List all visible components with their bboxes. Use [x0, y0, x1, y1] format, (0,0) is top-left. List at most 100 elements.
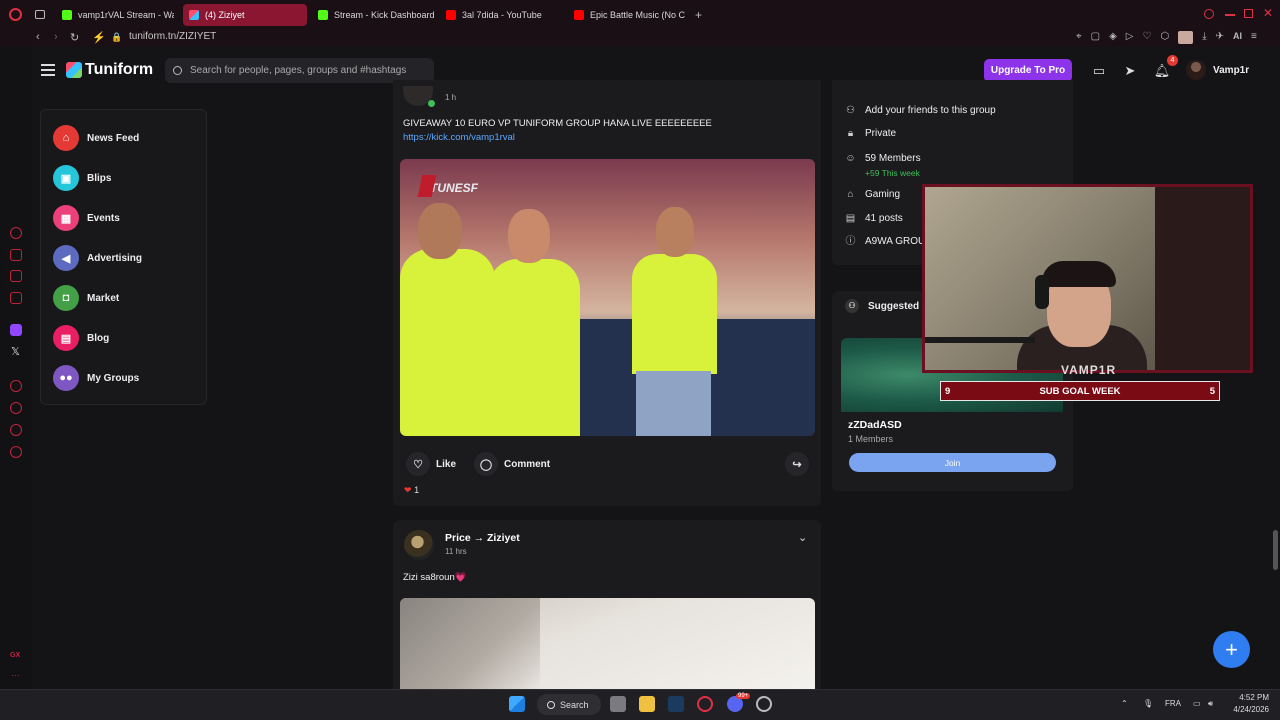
steam-icon[interactable]: [668, 696, 684, 712]
document-icon: ▤: [845, 213, 856, 224]
close-window-icon[interactable]: ✕: [1263, 6, 1273, 20]
post-link[interactable]: https://kick.com/vamp1rval: [403, 132, 515, 143]
shield-icon[interactable]: ◈: [1109, 31, 1117, 44]
messages-send-icon[interactable]: ➤: [1118, 59, 1142, 82]
group-members[interactable]: ☺ 59 Members: [845, 153, 920, 164]
like-label: Like: [436, 458, 457, 470]
tray-chevron-icon[interactable]: ⌃: [1121, 699, 1128, 708]
sidebar-item-blog[interactable]: ▤ Blog: [53, 325, 109, 351]
comment-button[interactable]: ◯ Comment: [474, 452, 550, 476]
sidebar-item-market[interactable]: ◘ Market: [53, 285, 119, 311]
user-avatar[interactable]: [1186, 60, 1206, 80]
sidebar-item-news-feed[interactable]: ⌂ News Feed: [53, 125, 139, 151]
reaction-summary[interactable]: ❤ 1: [404, 485, 419, 496]
post-text: Zizi sa8roun💗: [403, 572, 467, 583]
opera-player-icon[interactable]: [10, 380, 22, 392]
file-explorer-icon[interactable]: [639, 696, 655, 712]
minimize-icon[interactable]: [1225, 14, 1235, 16]
post-image[interactable]: [400, 598, 815, 690]
opera-history-icon[interactable]: [10, 227, 22, 239]
back-icon[interactable]: ‹: [36, 31, 40, 43]
x-twitter-icon[interactable]: 𝕏: [11, 345, 20, 358]
windows-start-icon[interactable]: [509, 696, 525, 712]
tag-icon: ⌂: [847, 189, 854, 200]
heart-icon[interactable]: ♡: [1143, 31, 1152, 44]
tab-ziziyet[interactable]: (4) Ziziyet: [183, 4, 307, 26]
opera-music-icon[interactable]: [10, 249, 22, 261]
post-options-chevron-icon[interactable]: ⌄: [798, 531, 807, 544]
post-author[interactable]: Price → Ziziyet: [445, 532, 520, 544]
tab-menu-icon[interactable]: [35, 10, 45, 19]
clock-date[interactable]: 4/24/2026: [1229, 705, 1269, 714]
download-icon[interactable]: ⤓: [1202, 31, 1206, 44]
twitch-icon[interactable]: [10, 324, 22, 336]
forward-icon[interactable]: ›: [54, 31, 58, 43]
inbox-icon[interactable]: ▭: [1087, 59, 1111, 82]
clock-time[interactable]: 4:52 PM: [1239, 693, 1269, 702]
info-icon: ⓘ: [845, 236, 856, 247]
language-indicator[interactable]: FRA: [1165, 699, 1181, 708]
tuniform-logo-icon[interactable]: [66, 62, 82, 78]
opera-tv-icon[interactable]: [10, 292, 22, 304]
post-author-avatar[interactable]: [404, 530, 434, 560]
aria-icon[interactable]: ✈: [1216, 31, 1224, 44]
create-post-fab-button[interactable]: +: [1213, 631, 1250, 668]
tab-vamp1rval-stream[interactable]: vamp1rVAL Stream - Watc: [56, 4, 174, 26]
url-field[interactable]: tuniform.tn/ZIZIYET: [129, 31, 216, 42]
user-name[interactable]: Vamp1r: [1213, 65, 1249, 76]
post-timestamp[interactable]: 1 h: [445, 93, 456, 102]
snapshot-icon[interactable]: ▢: [1091, 31, 1100, 44]
task-view-icon[interactable]: [610, 696, 626, 712]
suggested-group-name[interactable]: zZDadASD: [848, 419, 902, 431]
maximize-icon[interactable]: [1244, 9, 1253, 18]
page-scrollbar[interactable]: [1270, 47, 1280, 689]
scrollbar-thumb[interactable]: [1273, 530, 1278, 570]
opera-clock-icon[interactable]: [10, 402, 22, 414]
sidebar-item-events[interactable]: ▦ Events: [53, 205, 120, 231]
post-image[interactable]: TUNESF: [400, 159, 815, 436]
menu-icon[interactable]: ≡: [1251, 31, 1257, 44]
profile-icon[interactable]: [1178, 31, 1194, 44]
opera-gx-icon[interactable]: GX: [10, 652, 20, 659]
new-tab-button[interactable]: +: [695, 8, 702, 22]
like-button[interactable]: ♡ Like: [406, 452, 456, 476]
group-add-friends[interactable]: ⚇ Add your friends to this group: [845, 105, 996, 116]
play-icon[interactable]: ▷: [1126, 31, 1134, 44]
app-icon[interactable]: [756, 696, 772, 712]
tab-youtube-epic-battle[interactable]: Epic Battle Music (No C: [568, 4, 688, 26]
opera-gx-taskbar-icon[interactable]: [697, 696, 713, 712]
ai-label[interactable]: AI: [1233, 31, 1242, 44]
taskbar-search[interactable]: Search: [537, 694, 601, 715]
hamburger-menu-icon[interactable]: [41, 64, 55, 76]
reload-icon[interactable]: ↻: [70, 31, 79, 44]
easy-setup-icon[interactable]: ⚡: [92, 31, 106, 44]
search-tabs-icon[interactable]: [1204, 9, 1214, 19]
sidebar-item-my-groups[interactable]: ●● My Groups: [53, 365, 139, 391]
opera-discord-icon[interactable]: [10, 424, 22, 436]
network-icon[interactable]: ▭: [1193, 699, 1201, 708]
opera-logo-icon[interactable]: [9, 8, 22, 21]
search-input[interactable]: [190, 65, 425, 76]
sidebar-item-advertising[interactable]: ◀ Advertising: [53, 245, 142, 271]
volume-icon[interactable]: 🔊︎: [1208, 699, 1213, 709]
sidebar-item-blips[interactable]: ▣ Blips: [53, 165, 111, 191]
tab-youtube-3al-7dida[interactable]: 3al 7dida - YouTube: [440, 4, 562, 26]
comment-bubble-icon: ◯: [474, 452, 498, 476]
join-group-button[interactable]: Join: [849, 453, 1056, 472]
group-icon: ●●: [53, 365, 79, 391]
site-logo[interactable]: Tuniform: [85, 61, 153, 79]
opera-messages-icon[interactable]: [10, 270, 22, 282]
lock-icon: 🔒︎: [847, 128, 854, 139]
microphone-icon[interactable]: 🎙︎: [1143, 699, 1153, 708]
post-timestamp[interactable]: 11 hrs: [445, 547, 467, 556]
extensions-icon[interactable]: ⬡: [1160, 31, 1169, 44]
upgrade-to-pro-button[interactable]: Upgrade To Pro: [984, 59, 1072, 82]
tab-label: Stream - Kick Dashboard: [334, 10, 434, 20]
tab-kick-dashboard[interactable]: Stream - Kick Dashboard: [312, 4, 434, 26]
sub-goal-bar: 9 SUB GOAL WEEK 5: [940, 381, 1220, 401]
share-button[interactable]: ↪: [785, 452, 809, 476]
opera-settings-icon[interactable]: [10, 446, 22, 458]
streamer-hair: [1042, 261, 1116, 287]
opera-more-icon[interactable]: ···: [11, 670, 20, 680]
pin-icon[interactable]: ⌖: [1076, 31, 1082, 44]
